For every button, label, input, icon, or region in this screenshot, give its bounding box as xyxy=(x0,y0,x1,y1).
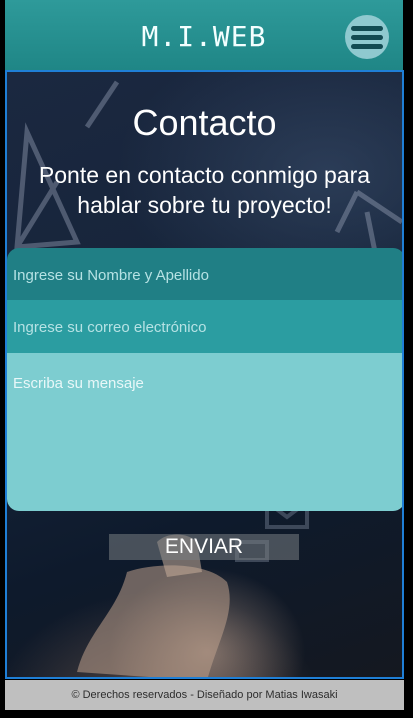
contact-section: Contacto Ponte en contacto conmigo para … xyxy=(5,70,404,679)
name-input[interactable]: Ingrese su Nombre y Apellido xyxy=(7,248,402,300)
menu-bar xyxy=(351,34,383,40)
footer: © Derechos reservados - Diseñado por Mat… xyxy=(5,680,404,710)
page: M.I.WEB Contacto Ponte en contacto conmi… xyxy=(0,0,413,718)
page-title: Contacto xyxy=(132,102,277,143)
menu-bar xyxy=(351,25,383,31)
contact-form: Ingrese su Nombre y Apellido Ingrese su … xyxy=(7,248,402,511)
hamburger-menu-icon[interactable] xyxy=(345,15,389,59)
menu-bar xyxy=(351,43,383,49)
email-input[interactable]: Ingrese su correo electrónico xyxy=(7,300,402,353)
page-subtitle: Ponte en contacto conmigo para hablar so… xyxy=(38,162,371,218)
message-textarea[interactable]: Escriba su mensaje xyxy=(7,353,402,511)
header: M.I.WEB xyxy=(5,0,403,70)
send-button[interactable]: ENVIAR xyxy=(109,534,299,560)
brand-logo[interactable]: M.I.WEB xyxy=(5,20,403,53)
